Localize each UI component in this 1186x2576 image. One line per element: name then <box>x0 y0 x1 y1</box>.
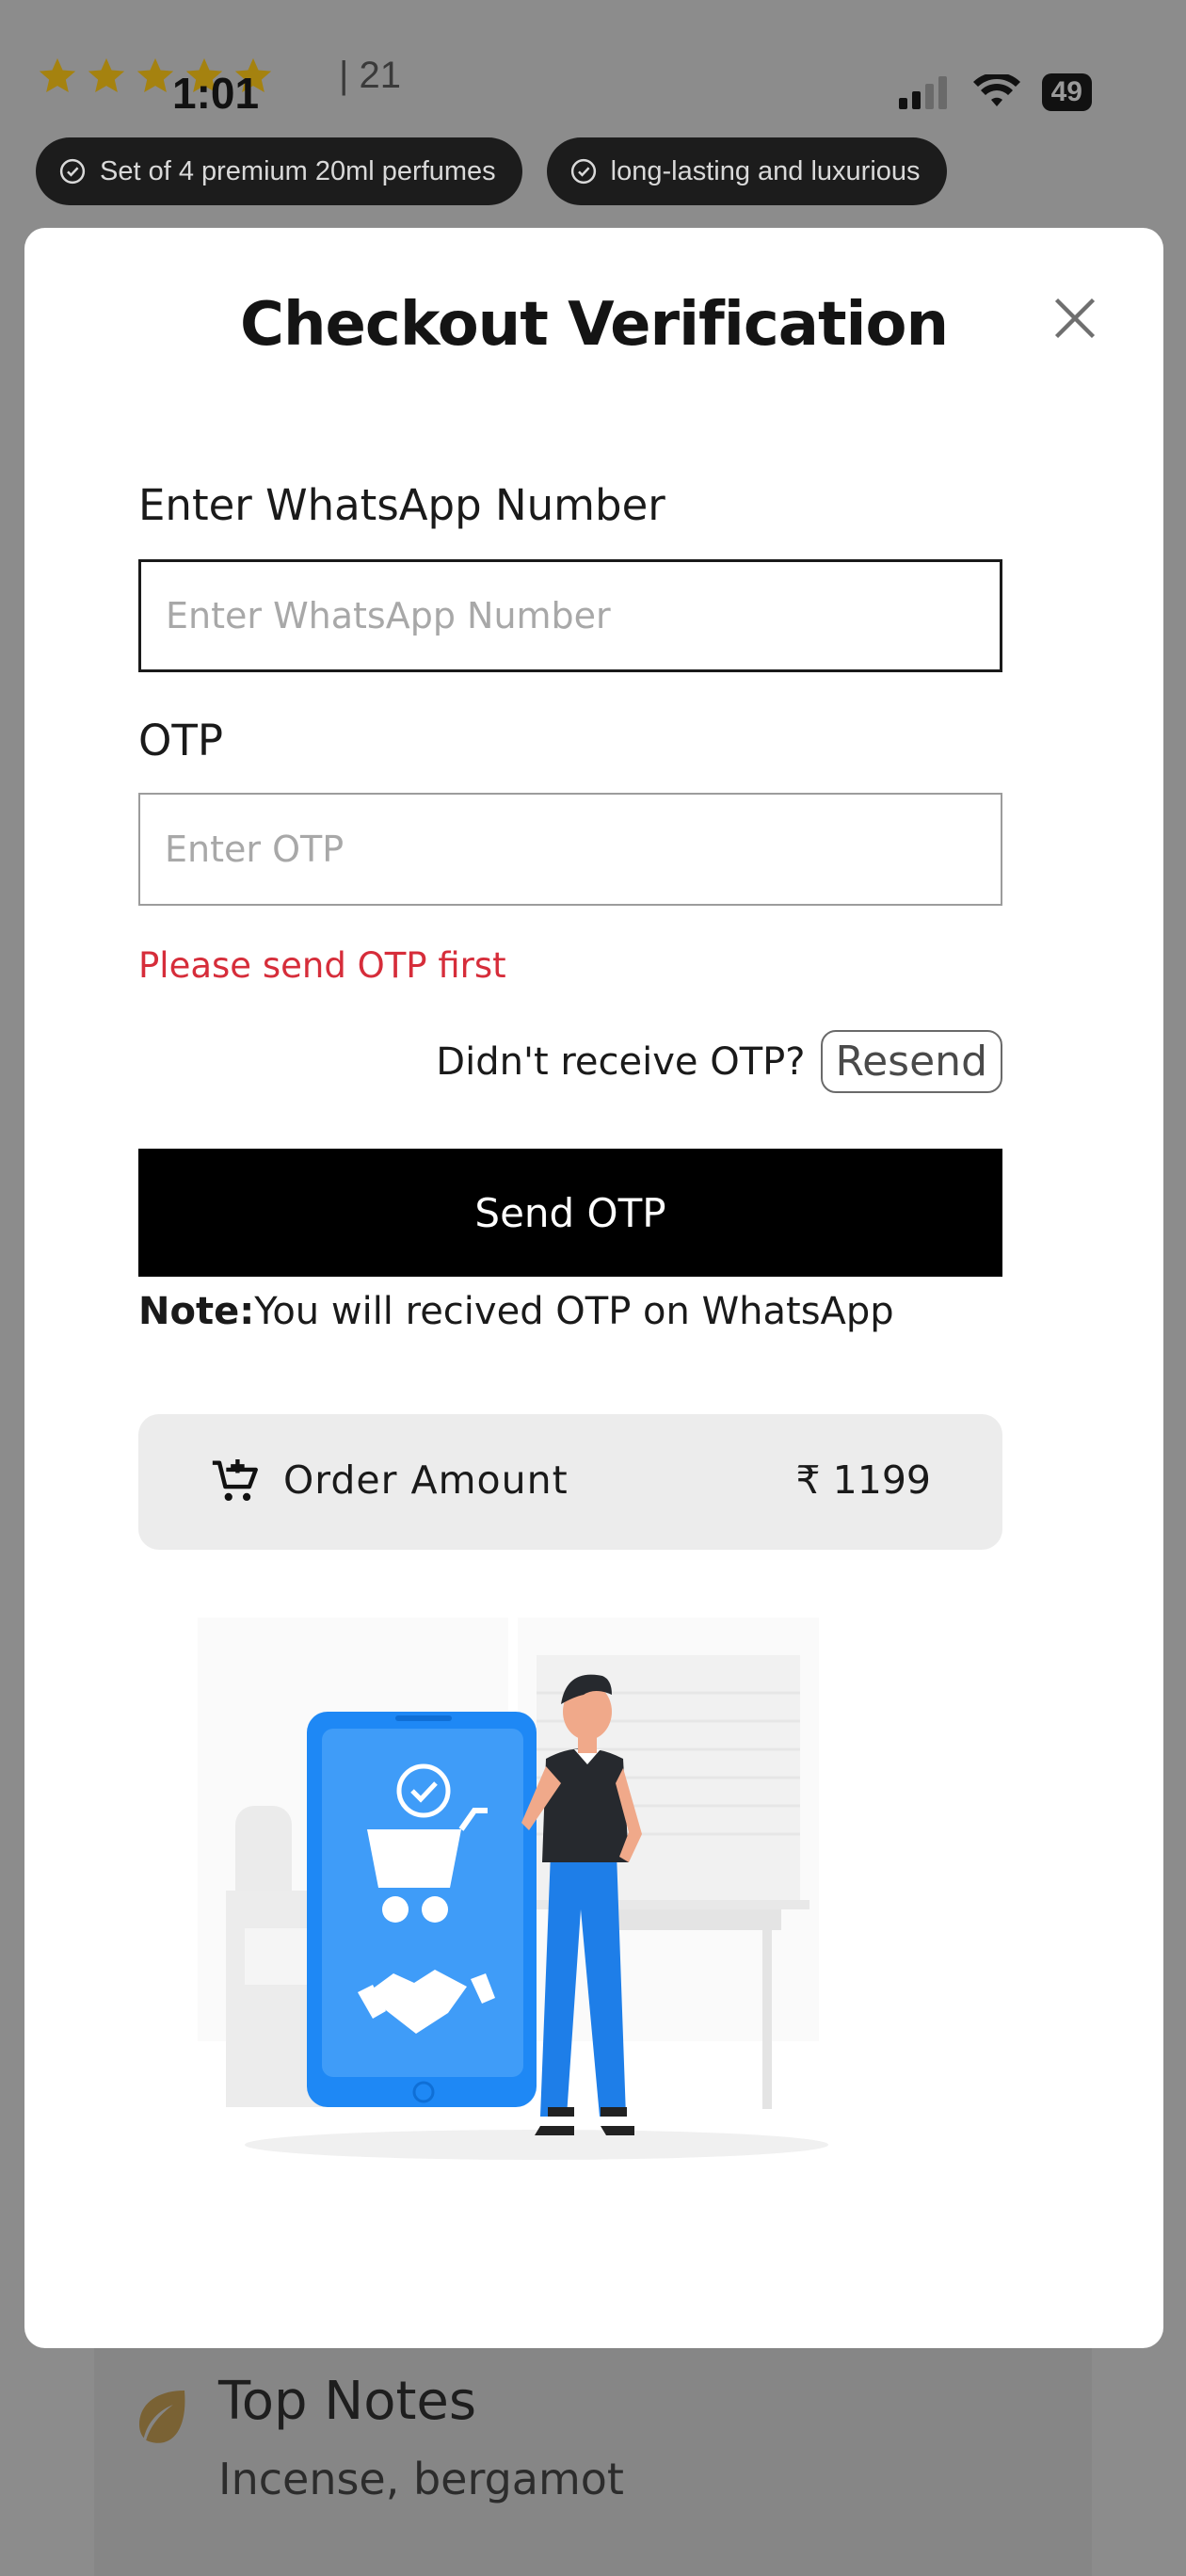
status-time: 1:01 <box>172 69 260 118</box>
checkout-modal: Checkout Verification Enter WhatsApp Num… <box>24 228 1163 2348</box>
feature-chip-label: Set of 4 premium 20ml perfumes <box>100 155 496 186</box>
whatsapp-number-input[interactable] <box>138 559 1002 672</box>
feature-chips: Set of 4 premium 20ml perfumes long-last… <box>36 137 947 205</box>
close-icon[interactable] <box>1050 294 1099 343</box>
star-icon <box>88 57 125 93</box>
order-amount-label: Order Amount <box>283 1457 569 1503</box>
star-icon <box>39 57 76 93</box>
check-circle-icon <box>570 158 596 185</box>
feature-chip-label: long-lasting and luxurious <box>610 155 921 186</box>
review-count: | 21 <box>339 55 401 96</box>
top-notes-text: Incense, bergamot <box>218 2454 624 2504</box>
signal-icon <box>898 76 947 109</box>
leaf-icon <box>139 2391 185 2443</box>
resend-question: Didn't receive OTP? <box>436 1039 806 1084</box>
resend-button[interactable]: Resend <box>820 1030 1002 1093</box>
checkout-illustration <box>198 1618 828 2160</box>
star-icon <box>136 57 174 93</box>
top-notes-title: Top Notes <box>218 2371 477 2432</box>
resend-row: Didn't receive OTP? Resend <box>436 1030 1002 1093</box>
check-circle-icon <box>59 158 86 185</box>
modal-title: Checkout Verification <box>239 290 949 360</box>
whatsapp-label: Enter WhatsApp Number <box>138 480 665 530</box>
send-otp-button[interactable]: Send OTP <box>138 1149 1002 1277</box>
whatsapp-note: Note:You will recived OTP on WhatsApp <box>138 1290 894 1333</box>
cart-add-icon <box>212 1459 258 1502</box>
order-amount-box: Order Amount ₹ 1199 <box>138 1414 1002 1550</box>
note-prefix: Note: <box>138 1290 255 1333</box>
wifi-icon <box>972 74 1020 106</box>
otp-error-message: Please send OTP first <box>138 945 506 986</box>
notes-card <box>94 2326 1092 2576</box>
status-icons: 49 <box>897 73 1092 111</box>
feature-chip: long-lasting and luxurious <box>546 137 947 205</box>
note-text: You will recived OTP on WhatsApp <box>254 1290 894 1333</box>
battery-indicator: 49 <box>1041 73 1092 111</box>
otp-label: OTP <box>138 716 224 765</box>
order-amount-value: ₹ 1199 <box>795 1457 931 1503</box>
feature-chip: Set of 4 premium 20ml perfumes <box>36 137 522 205</box>
otp-input[interactable] <box>138 793 1002 906</box>
